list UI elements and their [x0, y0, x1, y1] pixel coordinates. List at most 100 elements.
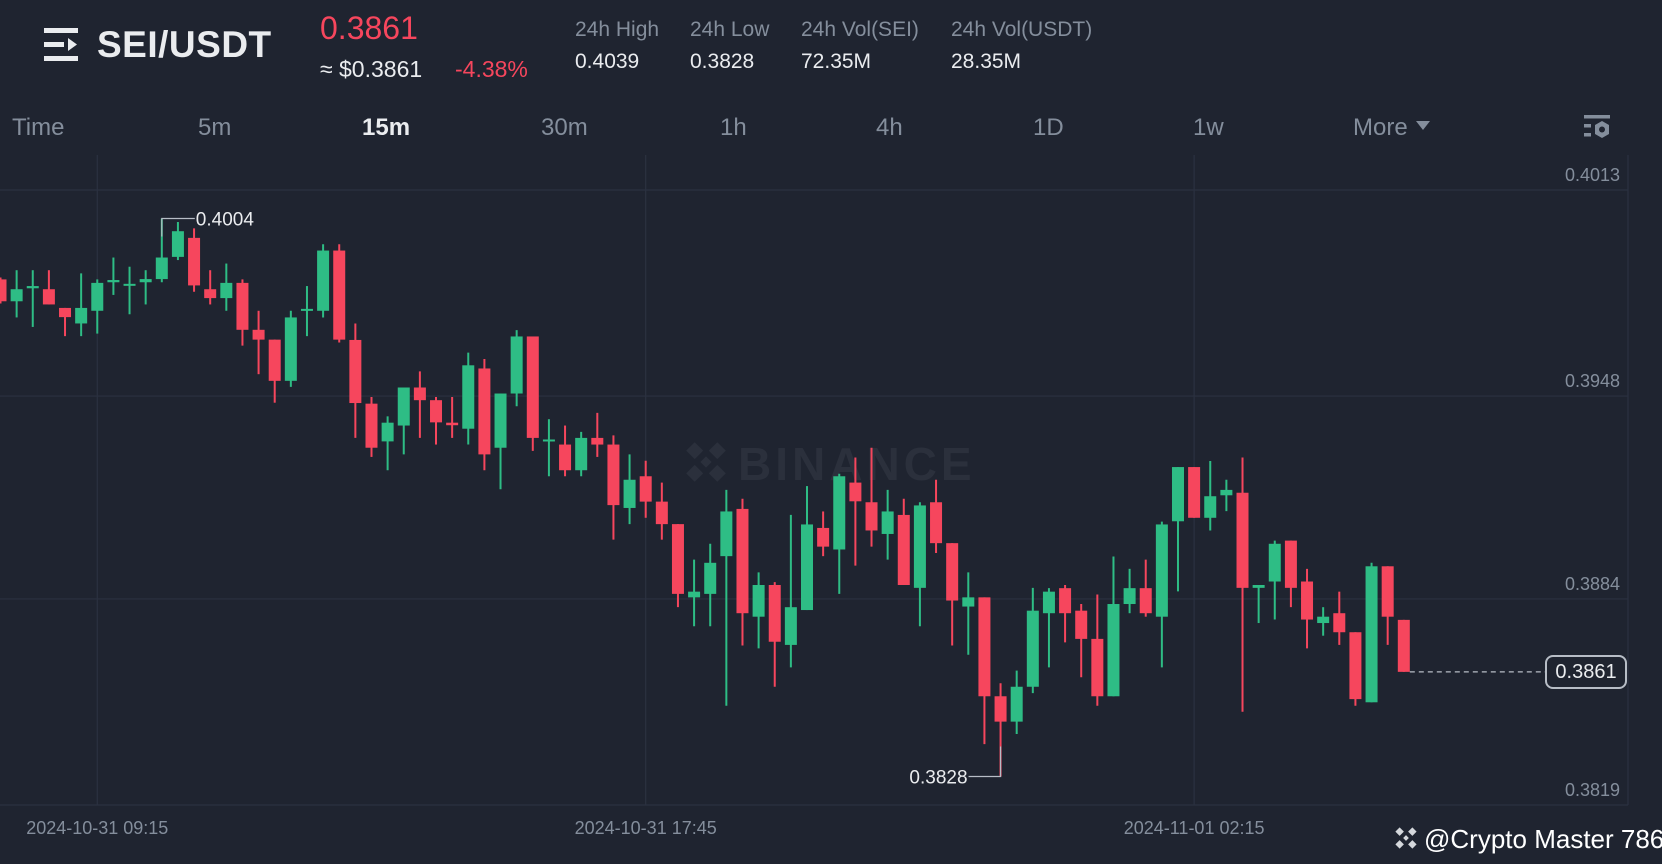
candle-down	[413, 371, 426, 438]
candle-down	[0, 277, 7, 304]
candle-body	[462, 365, 475, 429]
binance-logo-icon	[1395, 827, 1417, 849]
candle-body	[688, 591, 701, 598]
candle-down	[559, 425, 572, 477]
candle-down	[252, 310, 265, 375]
candle-up	[26, 270, 39, 327]
candle-up	[801, 486, 813, 611]
candle-down	[478, 358, 491, 471]
current-price-label: 0.3861	[1545, 654, 1627, 689]
candle-down	[1188, 467, 1201, 518]
candle-up	[107, 257, 120, 295]
candle-up	[10, 270, 23, 318]
candle-body	[849, 482, 862, 502]
candle-body	[107, 280, 120, 283]
y-axis-tick-label: 0.3819	[1565, 780, 1620, 800]
candle-body	[59, 307, 72, 318]
candle-body	[559, 444, 572, 471]
candle-body	[204, 289, 217, 299]
candle-body	[897, 514, 910, 585]
candle-body	[365, 403, 378, 448]
candle-down	[671, 524, 684, 608]
candle-body	[865, 502, 878, 531]
candle-body	[478, 368, 491, 455]
candle-body	[526, 336, 539, 438]
candle-down	[817, 511, 830, 557]
candle-body	[736, 508, 749, 614]
candle-body	[42, 289, 55, 305]
candle-up	[123, 266, 136, 315]
candle-up	[510, 330, 523, 407]
candle-body	[397, 387, 410, 426]
candle-body	[26, 286, 39, 289]
candle-body	[704, 562, 717, 594]
candle-down	[1381, 566, 1394, 645]
candle-down	[946, 543, 959, 646]
candle-body	[91, 282, 104, 311]
candle-up	[1026, 587, 1039, 694]
x-axis-tick-label: 2024-10-31 17:45	[575, 818, 717, 838]
candle-body	[510, 336, 523, 394]
candle-up	[75, 273, 88, 337]
y-axis-tick-label: 0.3884	[1565, 574, 1620, 594]
candle-down	[591, 412, 604, 457]
candle-body	[1188, 467, 1201, 518]
candle-body	[1333, 613, 1346, 633]
candle-body	[155, 257, 168, 280]
candle-body	[1349, 632, 1362, 700]
candle-body	[1026, 610, 1039, 687]
low-annotation-line	[968, 746, 1002, 778]
candle-body	[575, 437, 588, 471]
candle-body	[978, 597, 991, 697]
candle-up	[1365, 562, 1378, 703]
candle-up	[1042, 588, 1055, 668]
candle-down	[236, 279, 249, 346]
candle-body	[655, 501, 668, 525]
candle-down	[446, 397, 459, 438]
candle-down	[1301, 568, 1314, 649]
candle-up	[962, 572, 975, 655]
candle-body	[300, 308, 313, 311]
candle-body	[801, 524, 813, 611]
candle-body	[1397, 619, 1410, 672]
candle-body	[1123, 588, 1136, 605]
y-axis-tick-label: 0.4013	[1565, 165, 1620, 185]
candle-body	[430, 400, 443, 423]
candle-body	[413, 387, 426, 401]
candle-body	[171, 231, 184, 257]
x-axis-tick-label: 2024-11-01 02:15	[1124, 818, 1265, 838]
candle-body	[913, 505, 926, 588]
candle-up	[300, 286, 313, 337]
candle-body	[317, 250, 330, 311]
candle-body	[0, 279, 7, 302]
candle-down	[1284, 540, 1297, 608]
candle-body	[768, 584, 781, 642]
candle-body	[817, 527, 830, 547]
candlestick-chart[interactable]: 0.4013 0.3948 0.3884 0.3819 2024-10-31 09:15…	[0, 0, 1662, 864]
candle-up	[623, 454, 636, 525]
candle-body	[1365, 566, 1378, 703]
candle-body	[1236, 492, 1249, 588]
candle-up	[1010, 670, 1023, 734]
candle-body	[1252, 584, 1265, 588]
candle-body	[671, 524, 684, 594]
candle-body	[542, 439, 555, 442]
candle-up	[833, 473, 846, 594]
candle-body	[10, 289, 23, 302]
candle-up	[1171, 467, 1184, 592]
candle-down	[768, 582, 781, 687]
candle-up	[462, 352, 475, 445]
candle-body	[1059, 588, 1072, 614]
candle-down	[349, 323, 362, 438]
candle-body	[446, 422, 459, 426]
candle-down	[526, 336, 539, 451]
candle-body	[994, 696, 1007, 722]
candle-up	[1204, 461, 1217, 531]
candle-body	[75, 307, 88, 324]
low-annotation-label: 0.3828	[909, 767, 967, 788]
candle-down	[1397, 619, 1410, 672]
candle-body	[381, 422, 394, 442]
candle-body	[1155, 524, 1168, 617]
candle-body	[1042, 591, 1055, 614]
candle-body	[930, 502, 943, 544]
